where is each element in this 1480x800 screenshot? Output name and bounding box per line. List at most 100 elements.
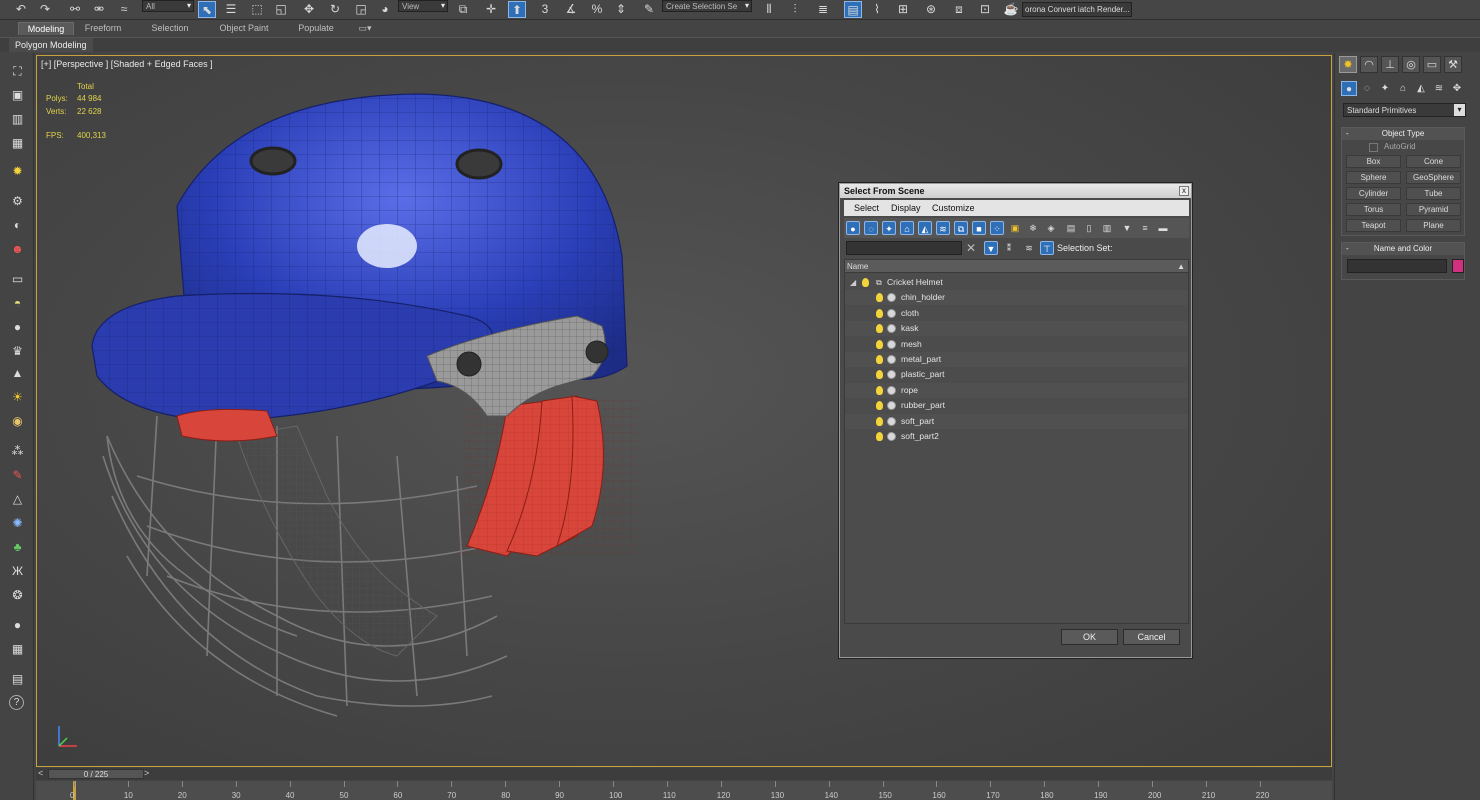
material-sphere-icon[interactable]: ● (9, 617, 26, 634)
help-icon[interactable]: ? (9, 695, 24, 710)
tube-button[interactable]: Tube (1406, 187, 1461, 200)
render-setup-icon[interactable]: ⧈ (950, 1, 968, 18)
utilities-tab-icon[interactable]: ⚒ (1444, 56, 1462, 73)
create-tab-icon[interactable]: ✸ (1339, 56, 1357, 73)
select-invert-icon[interactable]: ▥ (1100, 221, 1114, 235)
torus-button[interactable]: Torus (1346, 203, 1401, 216)
tab-modeling[interactable]: Modeling (18, 22, 74, 35)
snap-3-icon[interactable]: 3 (536, 1, 554, 18)
lights-icon[interactable]: ✦ (1377, 81, 1393, 96)
menu-display[interactable]: Display (891, 203, 921, 213)
scene-object-list[interactable]: Name ▲ ◢ ⧉ Cricket Helmet chin_holder cl… (844, 259, 1189, 624)
expand-icon[interactable]: ◢ (850, 275, 856, 290)
list-item[interactable]: rope (845, 383, 1188, 398)
list-item[interactable]: kask (845, 321, 1188, 336)
polygon-modeling-label[interactable]: Polygon Modeling (9, 38, 93, 52)
visibility-bulb-icon[interactable] (876, 401, 883, 410)
display-xrefs-icon[interactable]: ■ (972, 221, 986, 235)
select-none-icon[interactable]: ▯ (1082, 221, 1096, 235)
display-lights-icon[interactable]: ✦ (882, 221, 896, 235)
place-icon[interactable]: ◕ (376, 1, 394, 18)
menu-select[interactable]: Select (854, 203, 879, 213)
percent-snap-icon[interactable]: % (588, 1, 606, 18)
keyboard-shortcut-icon[interactable]: ⬆ (508, 1, 526, 18)
display-bones-icon[interactable]: ⁘ (990, 221, 1004, 235)
tab-populate[interactable]: Populate (288, 22, 344, 35)
display-helpers-icon[interactable]: ◭ (918, 221, 932, 235)
display-cameras-icon[interactable]: ⌂ (900, 221, 914, 235)
object-type-header[interactable]: - Object Type (1342, 128, 1464, 140)
hierarchy-icon[interactable]: ⊤ (1040, 241, 1054, 255)
cylinder-button[interactable]: Cylinder (1346, 187, 1401, 200)
align-icon[interactable]: ⫶ (786, 1, 804, 18)
render-script-button[interactable]: orona Convert iatch Render... (1022, 2, 1132, 17)
display-hidden-icon[interactable]: ◈ (1044, 221, 1058, 235)
motion-tab-icon[interactable]: ◎ (1402, 56, 1420, 73)
list-item[interactable]: cloth (845, 306, 1188, 321)
visibility-bulb-icon[interactable] (876, 432, 883, 441)
hair-icon[interactable]: Ж (9, 563, 26, 580)
wrench-icon[interactable]: ⚙ (9, 193, 26, 210)
tab-freeform[interactable]: Freeform (76, 22, 130, 35)
grid-icon[interactable]: ▦ (9, 135, 26, 152)
layers-icon[interactable]: ≋ (1022, 241, 1036, 255)
render-frame-icon[interactable]: ⊡ (976, 1, 994, 18)
primitive-category-dropdown[interactable]: Standard Primitives ▾ (1343, 103, 1466, 117)
sphere-button[interactable]: Sphere (1346, 171, 1401, 184)
cone-icon[interactable]: ▲ (9, 365, 26, 382)
geosphere-button[interactable]: GeoSphere (1406, 171, 1461, 184)
cog-icon[interactable]: ✺ (9, 515, 26, 532)
dome-icon[interactable]: ◓ (9, 295, 26, 312)
frame-display[interactable]: 0 / 225 (48, 769, 144, 779)
angle-snap-icon[interactable]: ∡ (562, 1, 580, 18)
modify-tab-icon[interactable]: ◠ (1360, 56, 1378, 73)
window-crossing-icon[interactable]: ◱ (272, 1, 290, 18)
name-column-header[interactable]: Name ▲ (845, 260, 1188, 273)
curve-editor-icon[interactable]: ⌇ (868, 1, 886, 18)
sun-icon[interactable]: ☀ (9, 389, 26, 406)
schematic-view-icon[interactable]: ⊞ (894, 1, 912, 18)
list-item-root[interactable]: ◢ ⧉ Cricket Helmet (845, 275, 1188, 290)
prev-frame-icon[interactable]: < (38, 768, 43, 778)
cone-button[interactable]: Cone (1406, 155, 1461, 168)
ball-icon[interactable]: ◉ (9, 413, 26, 430)
spinner-snap-icon[interactable]: ⇕ (612, 1, 630, 18)
chevron-down-icon[interactable]: ▾ (1454, 104, 1465, 116)
scene-explorer-icon[interactable]: ▤ (844, 1, 862, 18)
list-item[interactable]: plastic_part (845, 367, 1188, 382)
select-all-icon[interactable]: ▤ (1064, 221, 1078, 235)
particles-icon[interactable]: ⁂ (9, 443, 26, 460)
shapes-icon[interactable]: ◌ (1359, 81, 1375, 96)
brush-icon[interactable]: ✎ (9, 467, 26, 484)
list-item[interactable]: soft_part2 (845, 429, 1188, 444)
find-filter-icon[interactable]: ▼ (984, 241, 998, 255)
undo-icon[interactable]: ↶ (12, 1, 30, 18)
select-object-icon[interactable]: ⬉ (198, 1, 216, 18)
visibility-bulb-icon[interactable] (862, 278, 869, 287)
display-shapes-icon[interactable]: ◌ (864, 221, 878, 235)
crown-icon[interactable]: ♛ (9, 343, 26, 360)
rotate-icon[interactable]: ↻ (326, 1, 344, 18)
visibility-bulb-icon[interactable] (876, 417, 883, 426)
display-containers-icon[interactable]: ▣ (1008, 221, 1022, 235)
visibility-bulb-icon[interactable] (876, 324, 883, 333)
menu-customize[interactable]: Customize (932, 203, 975, 213)
name-color-header[interactable]: - Name and Color (1342, 243, 1464, 255)
box-button[interactable]: Box (1346, 155, 1401, 168)
dialog-title[interactable]: Select From Scene (840, 184, 1191, 198)
move-icon[interactable]: ✥ (300, 1, 318, 18)
texture-icon[interactable]: ❂ (9, 587, 26, 604)
track-bar[interactable]: 0 10 20 30 40 50 60 70 80 90 100 110 120 130 140 150 160… (36, 781, 1332, 800)
link-icon[interactable]: ⚯ (66, 1, 84, 18)
list-item[interactable]: rubber_part (845, 398, 1188, 413)
selection-filter-dropdown[interactable]: All (142, 0, 194, 12)
collapse-all-icon[interactable]: ▬ (1156, 221, 1170, 235)
render-teapot-icon[interactable]: ☕ (1002, 1, 1020, 18)
visibility-bulb-icon[interactable] (876, 340, 883, 349)
cancel-button[interactable]: Cancel (1123, 629, 1180, 645)
unlink-icon[interactable]: ⚮ (90, 1, 108, 18)
redo-icon[interactable]: ↷ (36, 1, 54, 18)
tab-object-paint[interactable]: Object Paint (210, 22, 278, 35)
display-tab-icon[interactable]: ▭ (1423, 56, 1441, 73)
script-icon[interactable]: ▤ (9, 671, 26, 688)
